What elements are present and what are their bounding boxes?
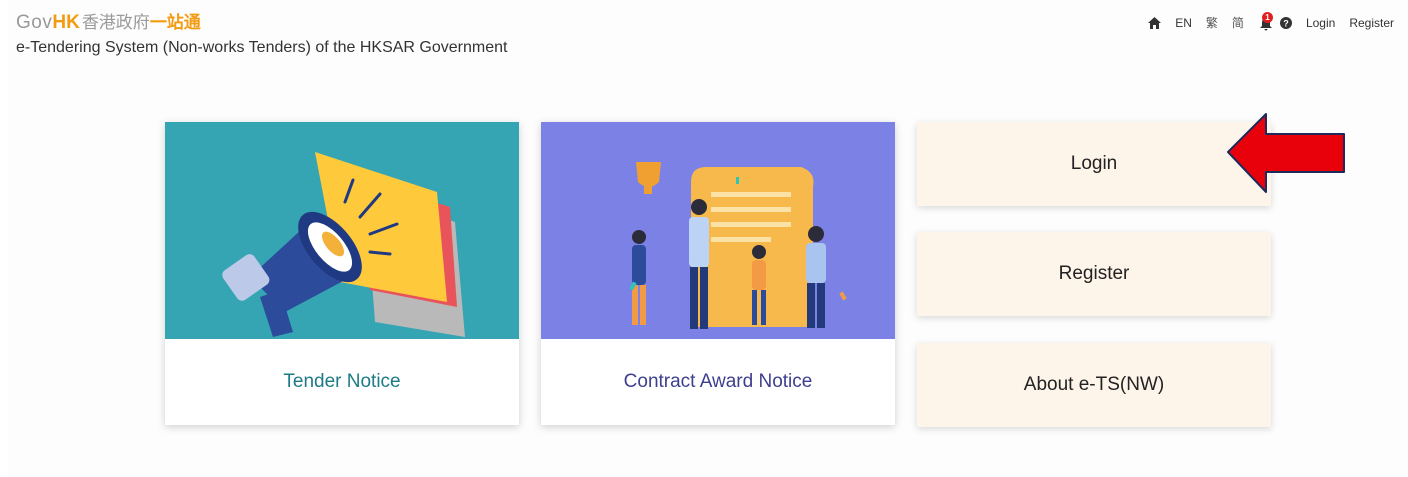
brand-chinese-text: 香港政府 bbox=[81, 13, 150, 33]
home-icon[interactable] bbox=[1148, 16, 1162, 29]
top-register-link[interactable]: Register bbox=[1349, 16, 1394, 30]
about-button[interactable]: About e-TS(NW) bbox=[917, 343, 1271, 427]
login-button[interactable]: Login bbox=[917, 122, 1271, 206]
help-icon[interactable]: ? bbox=[1279, 16, 1292, 29]
red-arrow-annotation bbox=[1227, 113, 1345, 193]
contract-award-notice-label: Contract Award Notice bbox=[623, 371, 813, 392]
page-frame: Gov HK 香港政府 一站通 e-Tendering System (Non-… bbox=[8, 0, 1408, 477]
system-title: e-Tendering System (Non-works Tenders) o… bbox=[16, 39, 508, 56]
top-navigation: EN 繁 简 1 ? Login Register bbox=[1134, 11, 1394, 31]
svg-text:?: ? bbox=[1283, 18, 1289, 28]
top-login-link[interactable]: Login bbox=[1306, 16, 1335, 30]
notification-button[interactable]: 1 bbox=[1258, 11, 1274, 31]
govhk-logo[interactable]: Gov HK 香港政府 一站通 bbox=[16, 8, 201, 34]
trophy-celebration-illustration bbox=[541, 122, 895, 339]
contract-award-notice-card[interactable]: Contract Award Notice bbox=[541, 122, 895, 425]
brand-hk-text: HK bbox=[52, 12, 80, 33]
lang-en-link[interactable]: EN bbox=[1175, 16, 1192, 30]
brand-gov-text: Gov bbox=[16, 12, 53, 33]
lang-tc-link[interactable]: 繁 bbox=[1206, 14, 1218, 31]
tender-notice-label: Tender Notice bbox=[283, 371, 401, 392]
brand-chinese-highlight-text: 一站通 bbox=[149, 13, 201, 33]
tender-notice-card[interactable]: Tender Notice bbox=[165, 122, 519, 425]
notification-badge: 1 bbox=[1261, 11, 1273, 23]
lang-sc-link[interactable]: 简 bbox=[1232, 14, 1244, 31]
register-button[interactable]: Register bbox=[917, 232, 1271, 316]
megaphone-illustration bbox=[165, 122, 519, 339]
